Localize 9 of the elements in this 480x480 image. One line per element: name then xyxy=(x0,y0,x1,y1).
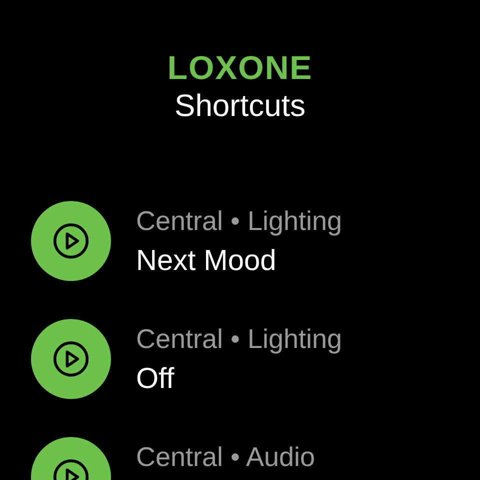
shortcut-name[interactable]: Next Mood xyxy=(136,239,342,283)
logo: LOXONE xyxy=(167,50,313,86)
play-icon xyxy=(52,340,90,378)
shortcut-name[interactable]: Off xyxy=(136,357,342,401)
play-icon xyxy=(52,222,90,260)
shortcut-location: Central • Lighting xyxy=(136,205,342,238)
shortcut-location: Central • Audio xyxy=(136,441,316,474)
shortcut-location: Central • Lighting xyxy=(136,323,342,356)
screen-title: Shortcuts xyxy=(174,87,306,125)
